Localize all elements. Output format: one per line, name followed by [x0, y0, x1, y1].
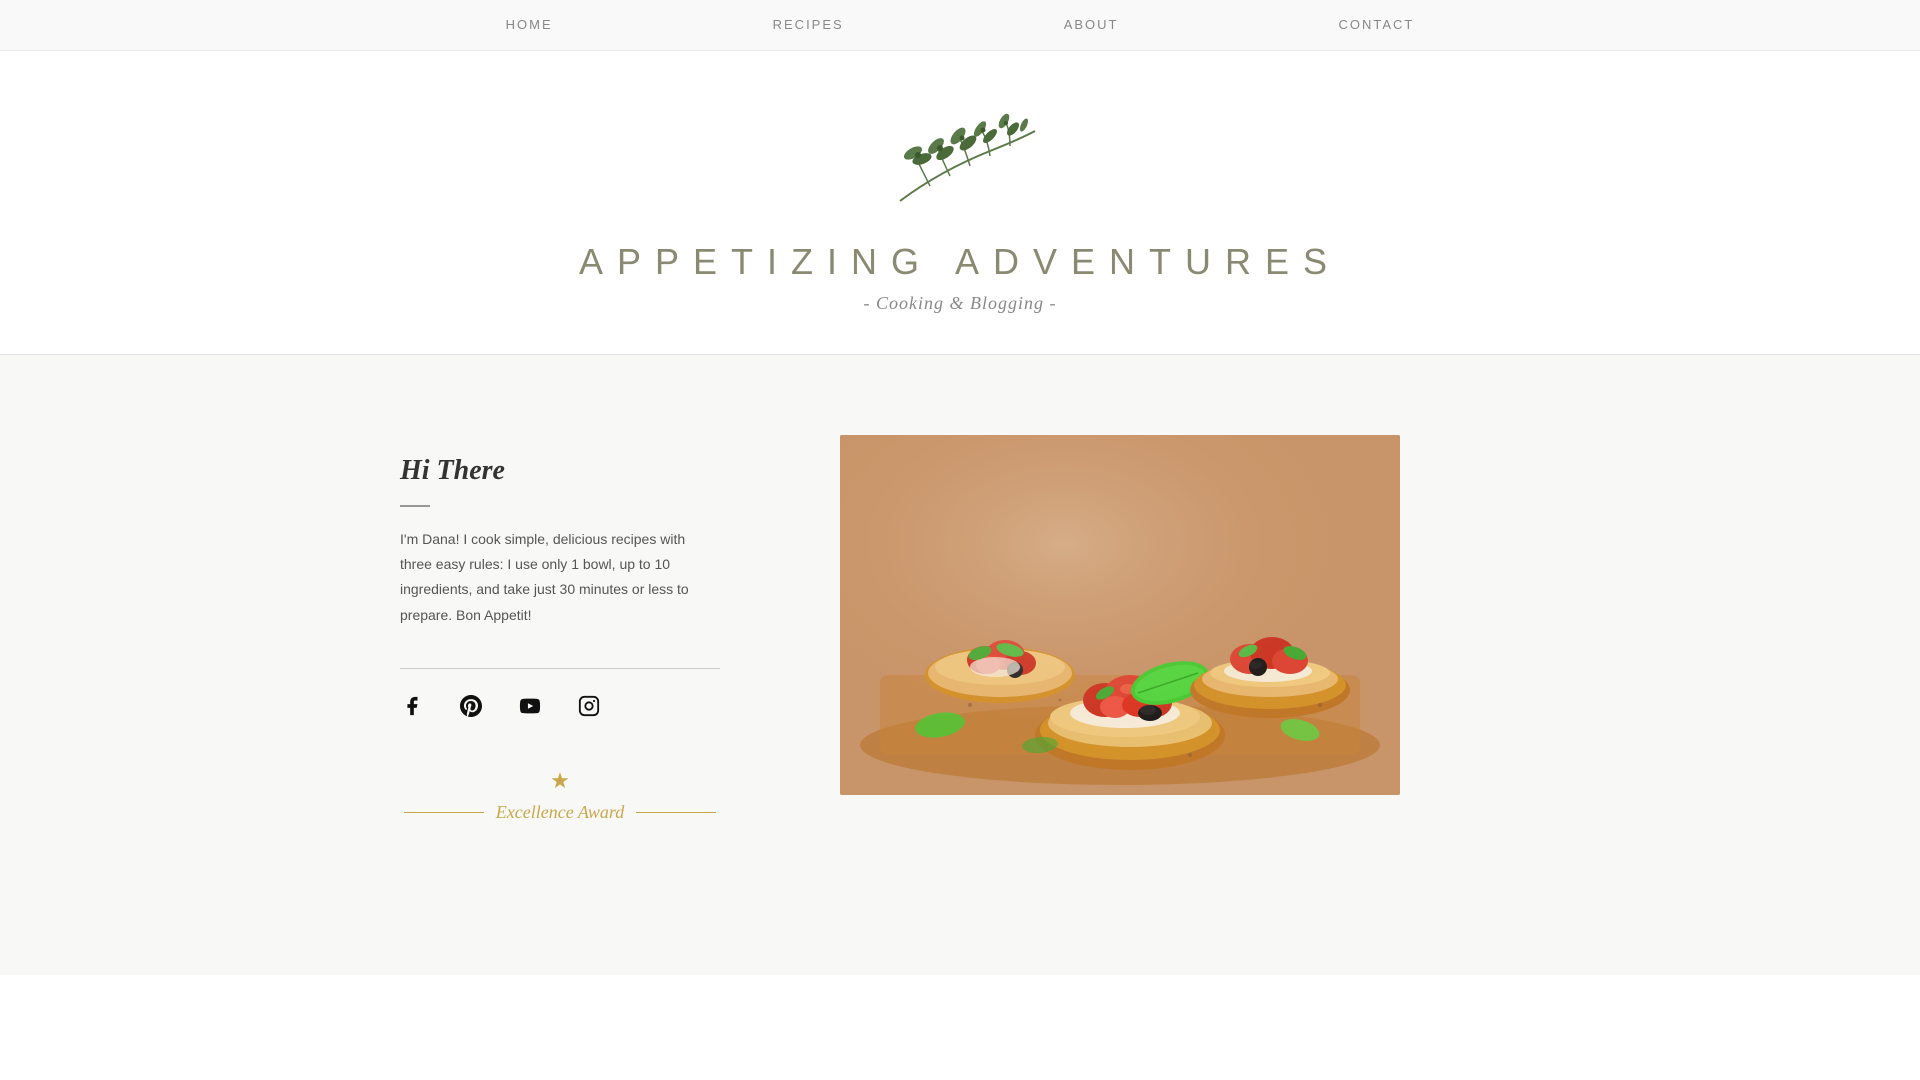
- bruschetta-illustration: [840, 435, 1400, 795]
- food-image-panel: [840, 435, 1400, 795]
- youtube-icon[interactable]: [518, 694, 542, 718]
- award-label: Excellence Award: [496, 802, 624, 823]
- site-title: APPETIZING ADVENTURES: [579, 241, 1341, 283]
- greeting-heading: Hi There: [400, 455, 720, 487]
- nav-item-contact[interactable]: CONTACT: [1339, 16, 1415, 34]
- bio-text: I'm Dana! I cook simple, delicious recip…: [400, 527, 720, 628]
- left-panel: Hi There I'm Dana! I cook simple, delici…: [400, 435, 720, 823]
- award-star-icon: ★: [550, 768, 570, 794]
- main-content-section: Hi There I'm Dana! I cook simple, delici…: [0, 355, 1920, 975]
- instagram-icon[interactable]: [577, 694, 601, 718]
- nav-item-about[interactable]: ABOUT: [1064, 16, 1119, 34]
- site-tagline: - Cooking & Blogging -: [864, 293, 1057, 314]
- nav-item-recipes[interactable]: RECIPES: [773, 16, 844, 34]
- main-navigation: HOME RECIPES ABOUT CONTACT: [0, 0, 1920, 51]
- food-image-container: [840, 435, 1400, 795]
- award-lines: Excellence Award: [404, 802, 716, 823]
- social-divider: [400, 668, 720, 669]
- facebook-icon[interactable]: [400, 694, 424, 718]
- award-line-right: [636, 812, 716, 813]
- pinterest-icon[interactable]: [459, 694, 483, 718]
- social-icons-bar: [400, 694, 720, 718]
- award-line-left: [404, 812, 484, 813]
- greeting-divider: [400, 505, 430, 507]
- award-section: ★ Excellence Award: [400, 768, 720, 823]
- leaf-illustration: [870, 111, 1050, 221]
- nav-item-home[interactable]: HOME: [506, 16, 553, 34]
- hero-section: APPETIZING ADVENTURES - Cooking & Bloggi…: [0, 51, 1920, 354]
